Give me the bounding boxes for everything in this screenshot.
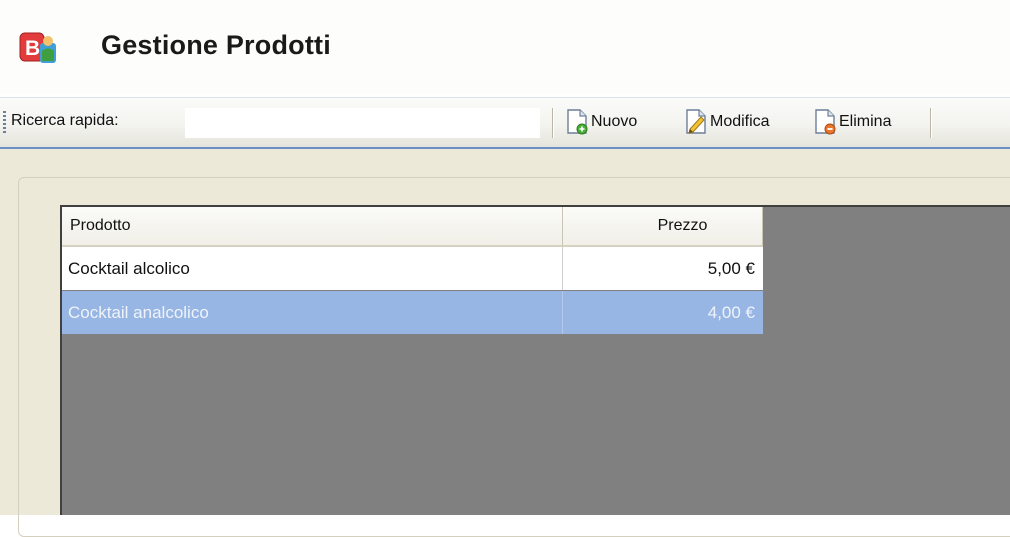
- edit-button-label: Modifica: [710, 113, 770, 130]
- cell-prezzo[interactable]: 5,00 €: [563, 247, 763, 290]
- products-grid[interactable]: Prodotto Prezzo Cocktail alcolico 5,00 €…: [60, 205, 1010, 515]
- table-row-selected[interactable]: Cocktail analcolico 4,00 €: [62, 291, 763, 334]
- toolbar-separator: [552, 108, 554, 138]
- delete-button-label: Elimina: [839, 113, 892, 130]
- table-row[interactable]: Cocktail alcolico 5,00 €: [62, 247, 763, 290]
- new-document-icon: [567, 109, 588, 135]
- new-button-label: Nuovo: [591, 113, 638, 130]
- search-input[interactable]: [185, 108, 540, 138]
- toolbar-grip[interactable]: [3, 111, 6, 135]
- column-header-prezzo[interactable]: Prezzo: [563, 207, 763, 247]
- app-logo-icon: B: [19, 32, 56, 63]
- cell-prodotto[interactable]: Cocktail alcolico: [62, 247, 563, 290]
- delete-document-icon: [815, 109, 836, 135]
- column-header-prodotto[interactable]: Prodotto: [62, 207, 563, 247]
- new-button[interactable]: Nuovo: [564, 106, 637, 138]
- cell-prodotto[interactable]: Cocktail analcolico: [62, 291, 563, 334]
- toolbar-separator: [930, 108, 932, 138]
- svg-text:B: B: [25, 37, 40, 60]
- cell-prezzo[interactable]: 4,00 €: [563, 291, 763, 334]
- search-label: Ricerca rapida:: [11, 112, 119, 129]
- edit-button[interactable]: Modifica: [683, 106, 770, 138]
- edit-pencil-icon: [686, 109, 706, 134]
- toolbar: Ricerca rapida: Nuovo Modifica Elimina: [0, 97, 1010, 149]
- column-header-row: Prodotto Prezzo: [62, 207, 763, 247]
- title-bar: B Gestione Prodotti: [0, 0, 1010, 94]
- page-title: Gestione Prodotti: [101, 30, 331, 60]
- delete-button[interactable]: Elimina: [812, 106, 891, 138]
